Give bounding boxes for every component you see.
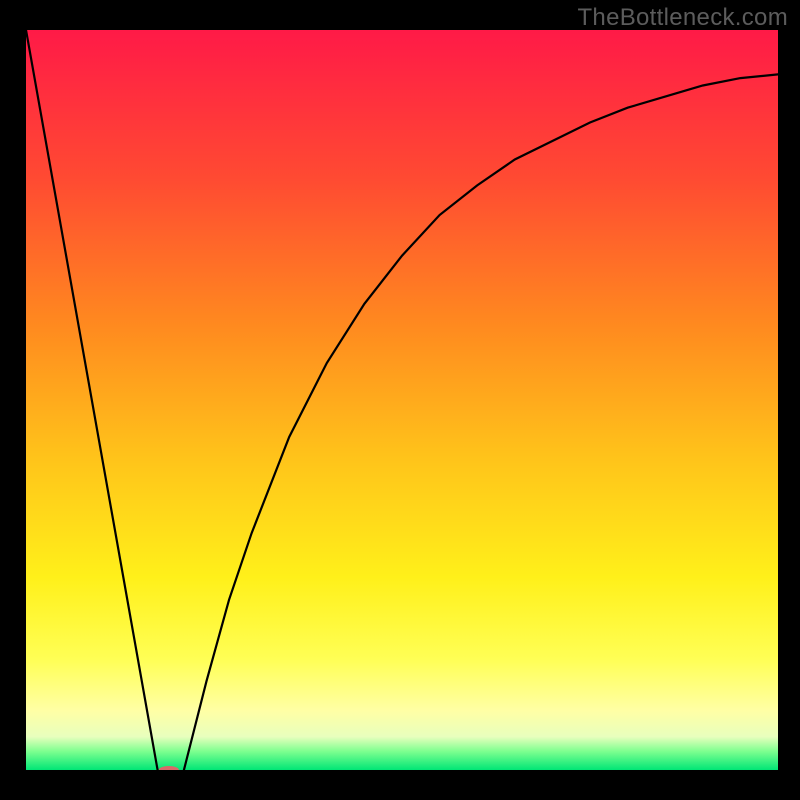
plot-area bbox=[26, 30, 778, 770]
chart-svg bbox=[26, 30, 778, 770]
watermark-text: TheBottleneck.com bbox=[577, 4, 788, 32]
chart-frame: TheBottleneck.com bbox=[0, 0, 800, 800]
